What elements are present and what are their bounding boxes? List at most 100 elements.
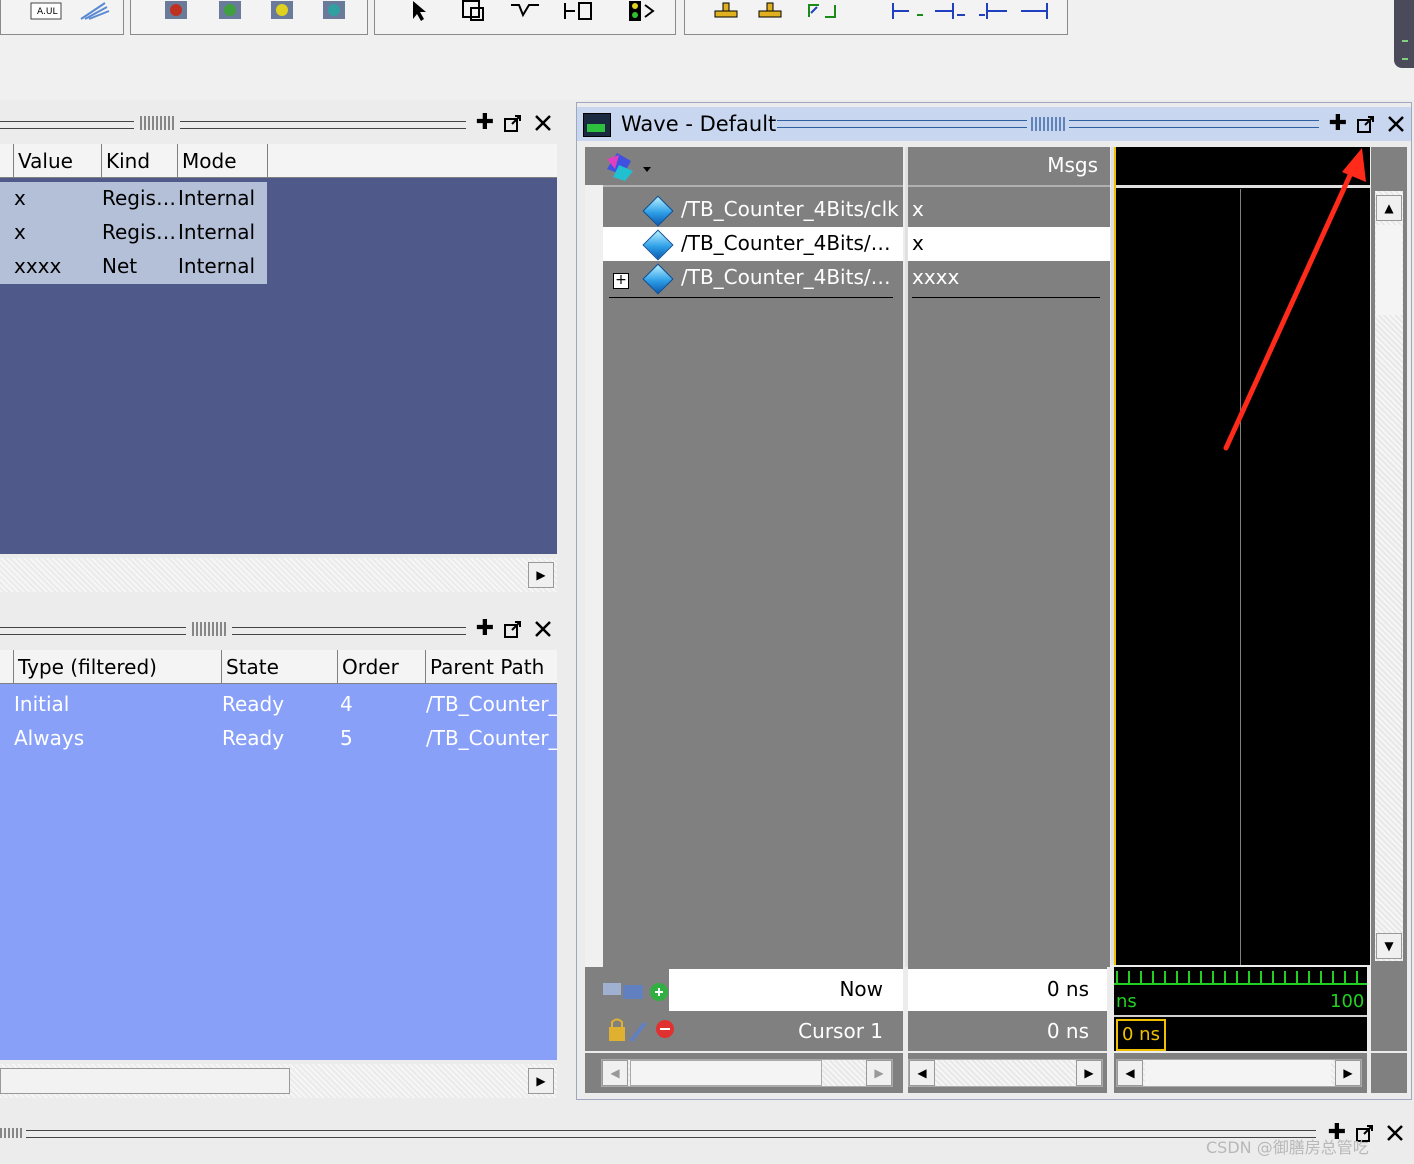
dock-icon[interactable]: ✚ [474,112,496,134]
scroll-thumb[interactable] [630,1060,822,1086]
step-icon[interactable] [209,0,251,24]
processes-hscrollbar[interactable]: ▶ [0,1064,557,1098]
edge-prev-icon[interactable] [929,0,971,24]
signal-row[interactable]: /TB_Counter_4Bits/clk [603,193,903,227]
bookmark-icon[interactable] [705,0,747,24]
close-icon[interactable] [532,618,554,640]
scroll-left-icon[interactable]: ◀ [602,1060,628,1086]
row-gutter [585,185,603,967]
scroll-thumb[interactable] [0,1068,290,1094]
signal-row[interactable]: + /TB_Counter_4Bits/… [603,261,903,301]
col-hdr-parent-path[interactable]: Parent Path [426,650,557,684]
row-type: Initial [14,692,70,716]
row-value: x [14,220,26,244]
row-mode: Internal [178,220,256,244]
grip-dots[interactable] [1031,117,1065,131]
scroll-right-icon[interactable]: ▶ [1335,1060,1361,1086]
cursor-prev-icon[interactable] [801,0,843,24]
signal-diamond-icon [642,263,674,295]
col-hdr-state[interactable]: State [222,650,338,684]
table-row[interactable]: x Regis… Internal [0,216,267,250]
side-handle[interactable] [1394,0,1414,68]
cursor-line[interactable] [1114,147,1116,965]
grip-dots[interactable] [192,622,226,636]
grip-dots[interactable] [140,116,174,130]
timeline-end-label: 100 [1330,991,1365,1012]
compile-icon[interactable] [73,0,115,24]
msg-row-selected: x [908,227,1110,261]
objects-hscrollbar[interactable]: ▶ [0,558,557,592]
undock-icon[interactable] [502,112,524,134]
table-row[interactable]: Always Ready 5 /TB_Counter_ [0,722,557,756]
scroll-thumb[interactable] [1145,1060,1331,1086]
undock-icon[interactable] [502,618,524,640]
edge-last-icon[interactable] [1015,0,1057,24]
toolbar-group-2 [130,0,368,35]
msgs-column[interactable]: Msgs x x xxxx [905,147,1110,967]
signal-icon[interactable] [557,0,599,24]
undock-icon[interactable] [1355,113,1377,135]
scroll-left-icon[interactable]: ◀ [1117,1060,1143,1086]
row-value: x [14,186,26,210]
find-icon[interactable] [749,0,791,24]
msgs-hscrollbar[interactable]: ◀ ▶ [908,1053,1107,1093]
close-icon[interactable] [1384,1122,1406,1144]
traffic-icon[interactable] [619,0,661,24]
zoom-icon[interactable] [453,0,495,24]
scroll-right-icon[interactable]: ▶ [528,1068,554,1094]
processes-pane-titlebar[interactable]: ✚ [0,614,560,644]
close-icon[interactable] [532,112,554,134]
edge-next-icon[interactable] [973,0,1015,24]
col-hdr-type[interactable]: Type (filtered) [14,650,222,684]
select-icon[interactable] [397,0,439,24]
dock-icon[interactable]: ✚ [1327,113,1349,135]
scroll-right-icon[interactable]: ▶ [1076,1060,1102,1086]
table-row[interactable]: x Regis… Internal [0,182,267,216]
col-hdr-order[interactable]: Order [338,650,426,684]
row-state: Ready [222,726,285,750]
msg-row: xxxx [908,261,1110,301]
bottom-pane-titlebar[interactable]: ✚ CSDN @御膳房总管吃 [0,1112,1414,1164]
scroll-right-icon[interactable]: ▶ [866,1060,892,1086]
restart-icon[interactable] [261,0,303,24]
add-wave-icon[interactable] [601,151,657,188]
row-state: Ready [222,692,285,716]
wave-window-icon [583,113,611,137]
processes-pane: ✚ Type (filtered) State Order Parent Pat… [0,608,560,1102]
timeline-ticks [1116,971,1362,983]
timeline[interactable]: ns 100 0 ns [1114,967,1367,1051]
col-hdr-kind[interactable]: Kind [102,144,178,178]
toolbar-group-1: A.UL [0,0,124,35]
col-hdr-name[interactable] [0,144,14,178]
sim-icon[interactable]: A.UL [25,0,67,24]
col-hdr-blank [0,650,14,684]
table-row[interactable]: Initial Ready 4 /TB_Counter_ [0,688,557,722]
objects-pane: ✚ Value Kind Mode x Regis… Internal x Re… [0,102,560,598]
row-mode: Internal [178,254,256,278]
wave-hscrollbar[interactable]: ◀ ▶ [1114,1053,1367,1093]
expand-icon[interactable]: + [613,273,629,289]
signal-row-selected[interactable]: /TB_Counter_4Bits/… [603,227,903,261]
wave-icon[interactable] [505,0,547,24]
col-hdr-value[interactable]: Value [14,144,102,178]
cursor-next-icon[interactable] [885,0,927,24]
run-icon[interactable] [155,0,197,24]
lock-cursor-icon[interactable] [605,1017,675,1050]
cursor-bar-filler [1371,967,1407,1051]
scroll-down-icon[interactable]: ▼ [1376,933,1402,959]
now-value: 0 ns [1046,977,1089,1001]
break-icon[interactable] [313,0,355,24]
row-mode: Internal [178,186,256,210]
dock-icon[interactable]: ✚ [474,618,496,640]
scroll-left-icon[interactable]: ◀ [909,1060,935,1086]
col-hdr-mode[interactable]: Mode [178,144,268,178]
cursor-time-box[interactable]: 0 ns [1116,1019,1166,1051]
objects-pane-titlebar[interactable]: ✚ [0,108,560,138]
close-icon[interactable] [1385,113,1407,135]
wave-pane-titlebar[interactable]: Wave - Default ✚ [577,107,1411,141]
scroll-right-icon[interactable]: ▶ [528,562,554,588]
add-cursor-icon[interactable] [601,979,671,1010]
grip-dots[interactable] [0,1128,22,1138]
table-row[interactable]: xxxx Net Internal [0,250,267,284]
names-hscrollbar[interactable]: ◀ ▶ [585,1053,903,1093]
